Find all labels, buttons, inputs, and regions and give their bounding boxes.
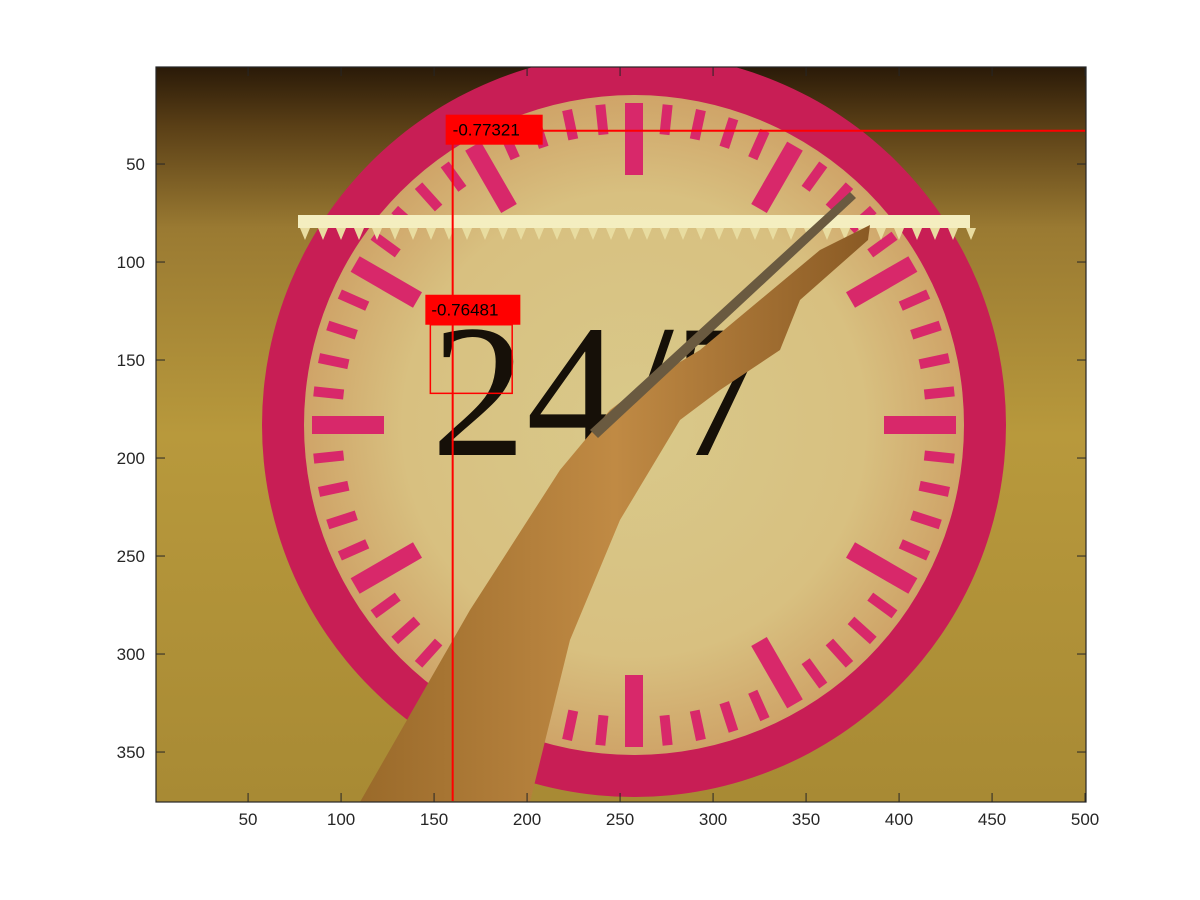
- y-tick-label: 200: [117, 449, 145, 468]
- x-tick-label: 150: [420, 810, 448, 829]
- y-tick-label: 300: [117, 645, 145, 664]
- x-tick-label: 400: [885, 810, 913, 829]
- image-area: 24/7: [156, 67, 1086, 802]
- x-tick-label: 250: [606, 810, 634, 829]
- x-tick-label: 500: [1071, 810, 1099, 829]
- x-tick-label: 450: [978, 810, 1006, 829]
- y-tick-label: 250: [117, 547, 145, 566]
- x-tick-label: 300: [699, 810, 727, 829]
- x-tick-label: 50: [239, 810, 258, 829]
- annotation-box-label: -0.76481: [431, 301, 498, 320]
- x-tick-label: 350: [792, 810, 820, 829]
- x-tick-label: 200: [513, 810, 541, 829]
- y-tick-label: 150: [117, 351, 145, 370]
- x-tick-label: 100: [327, 810, 355, 829]
- annotation-line-label: -0.77321: [453, 121, 520, 140]
- y-tick-label: 100: [117, 253, 145, 272]
- figure: 24/7 50 100 150 200 250 300 350 400 450 500 50 100…: [117, 66, 1099, 829]
- y-tick-label: 50: [126, 155, 145, 174]
- y-tick-label: 350: [117, 743, 145, 762]
